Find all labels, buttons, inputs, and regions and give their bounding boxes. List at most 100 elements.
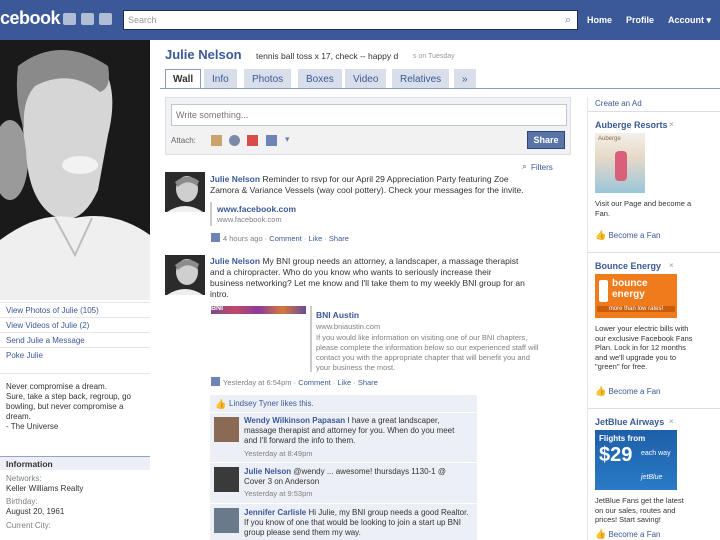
ad-image-text: more than low rates! (597, 306, 675, 312)
tab-relatives[interactable]: Relatives (392, 69, 450, 89)
story-body: Julie Nelson My BNI group needs an attor… (210, 256, 575, 300)
profile-photo[interactable] (0, 40, 150, 300)
commenter-name-link[interactable]: Jennifer Carlisle (244, 508, 306, 517)
story-avatar[interactable] (165, 172, 205, 212)
nav-profile[interactable]: Profile (626, 15, 654, 25)
status-time[interactable]: s on Tuesday (413, 53, 455, 60)
poke-link[interactable]: Poke Julie (6, 351, 43, 360)
nav-account[interactable]: Account ▾ (668, 15, 711, 26)
tab-wall[interactable]: Wall (165, 69, 202, 89)
bni-label: BNI (211, 305, 224, 312)
like-thumb-icon: 👍 (215, 399, 227, 409)
share-button[interactable]: Share (527, 131, 565, 149)
comment-body: Jennifer Carlisle Hi Julie, my BNI group… (244, 508, 476, 538)
ad-title-link[interactable]: Auberge Resorts (595, 120, 668, 130)
become-a-fan-link[interactable]: 👍 Become a Fan (595, 529, 660, 540)
commenter-avatar[interactable] (214, 417, 239, 442)
commenter-avatar[interactable] (214, 508, 239, 533)
attachment-title-link[interactable]: BNI Austin (316, 310, 359, 320)
story-text: business networking? Let me know and I'l… (210, 278, 525, 288)
friend-requests-icon[interactable] (63, 13, 76, 25)
tab-info[interactable]: Info (204, 69, 237, 89)
view-photos-link[interactable]: View Photos of Julie (105) (6, 306, 99, 315)
link-attach-icon[interactable] (266, 135, 277, 146)
commenter-name-link[interactable]: Wendy Wilkinson Papasan (244, 416, 345, 425)
search-input[interactable]: Search (123, 10, 578, 30)
ad-body-line: on our sales, routes and (595, 505, 676, 515)
quote-line: Never compromise a dream. (6, 382, 107, 391)
filters-link[interactable]: Filters (531, 163, 553, 172)
ad-body-line: Fan. (595, 208, 611, 218)
ad-image-text: energy (612, 289, 645, 300)
commenter-name-link[interactable]: Julie Nelson (244, 467, 291, 476)
share-link[interactable]: Share (329, 234, 349, 243)
tab-underline (160, 88, 720, 89)
view-videos-link[interactable]: View Videos of Julie (2) (6, 321, 89, 330)
ad-body-line: our exclusive Facebook Fans (595, 333, 693, 343)
create-ad-link[interactable]: Create an Ad (595, 99, 642, 108)
more-attachments-icon[interactable]: ▾ (285, 134, 290, 145)
comment-text: If you know of one that would be looking… (244, 518, 462, 527)
birthday-label: Birthday: (6, 497, 38, 506)
story-timestamp[interactable]: Yesterday at 6:54pm (223, 378, 292, 387)
tab-photos[interactable]: Photos (244, 69, 292, 89)
description-line: If you would like information on visitin… (316, 333, 528, 342)
divider (0, 302, 150, 303)
story-meta: 4 hours ago · Comment · Like · Share (223, 234, 349, 243)
nav-home[interactable]: Home (587, 15, 612, 25)
comment-body: Julie Nelson @wendy ... awesome! thursda… (244, 467, 474, 487)
like-link[interactable]: Like (337, 378, 351, 387)
become-a-fan-link[interactable]: 👍 Become a Fan (595, 386, 660, 397)
like-thumb-icon: 👍 (595, 230, 607, 240)
share-link[interactable]: Share (358, 378, 378, 387)
tab-video[interactable]: Video (345, 69, 387, 89)
ad-title-link[interactable]: JetBlue Airways (595, 417, 664, 427)
tab-boxes[interactable]: Boxes (298, 69, 342, 89)
commenter-avatar[interactable] (214, 467, 239, 492)
like-link[interactable]: Like (308, 234, 322, 243)
comment-link[interactable]: Comment (269, 234, 302, 243)
networks-value[interactable]: Keller Williams Realty (6, 484, 83, 493)
photo-attach-icon[interactable] (211, 135, 222, 146)
ad-divider (587, 408, 720, 409)
description-line: contact you with the appropriate chapter… (316, 353, 530, 362)
comment-timestamp: Yesterday at 9:53pm (244, 489, 313, 498)
comment-text: group please send them my way. (244, 528, 361, 537)
become-a-fan-link[interactable]: 👍 Become a Fan (595, 230, 660, 241)
close-ad-icon[interactable]: × (669, 417, 674, 426)
profile-name: Julie Nelson (165, 47, 242, 62)
story-author-link[interactable]: Julie Nelson (210, 174, 260, 184)
story-text: intro. (210, 289, 229, 299)
close-ad-icon[interactable]: × (669, 261, 674, 270)
notifications-icon[interactable] (99, 13, 112, 25)
story-avatar[interactable] (165, 255, 205, 295)
search-icon[interactable]: ⌕ (560, 12, 576, 28)
send-message-link[interactable]: Send Julie a Message (6, 336, 85, 345)
bounce-energy-ad-image[interactable]: bounce energy more than low rates! (595, 274, 677, 318)
ad-body-line: Lower your electric bills with (595, 324, 689, 333)
status-composer-input[interactable]: Write something... (171, 104, 567, 126)
messages-icon[interactable] (81, 13, 94, 25)
jetblue-ad-image[interactable]: Flights from $29 each way jetBlue (595, 430, 677, 490)
comment-text: I have a great landscaper, (347, 416, 440, 425)
attachment-title-link[interactable]: www.facebook.com (217, 204, 296, 214)
bni-banner-image[interactable]: BNI (211, 305, 306, 314)
likes-summary[interactable]: Lindsey Tyner likes this. (229, 399, 314, 408)
comment-text: @wendy ... awesome! thursdays 1130-1 @ (293, 467, 446, 476)
ad-title-link[interactable]: Bounce Energy (595, 261, 661, 271)
quote-line: Sure, take a step back, regroup, go (6, 392, 131, 401)
facebook-logo[interactable]: cebook (0, 8, 61, 29)
comment-link[interactable]: Comment (298, 378, 331, 387)
auberge-ad-image[interactable]: Auberge (595, 133, 645, 193)
video-attach-icon[interactable] (229, 135, 240, 146)
story-author-link[interactable]: Julie Nelson (210, 256, 260, 266)
story-timestamp[interactable]: 4 hours ago (223, 234, 263, 243)
ad-body-line: prices! Start saving! (595, 515, 661, 524)
description-line: your business the most. (316, 363, 396, 372)
close-ad-icon[interactable]: × (669, 120, 674, 129)
event-attach-icon[interactable] (247, 135, 258, 146)
attachment-border (310, 306, 312, 372)
ad-body: Visit our Page and become a Fan. (595, 199, 715, 218)
tab-more[interactable]: » (454, 69, 476, 89)
story-text: Reminder to rsvp for our April 29 Apprec… (262, 174, 509, 184)
